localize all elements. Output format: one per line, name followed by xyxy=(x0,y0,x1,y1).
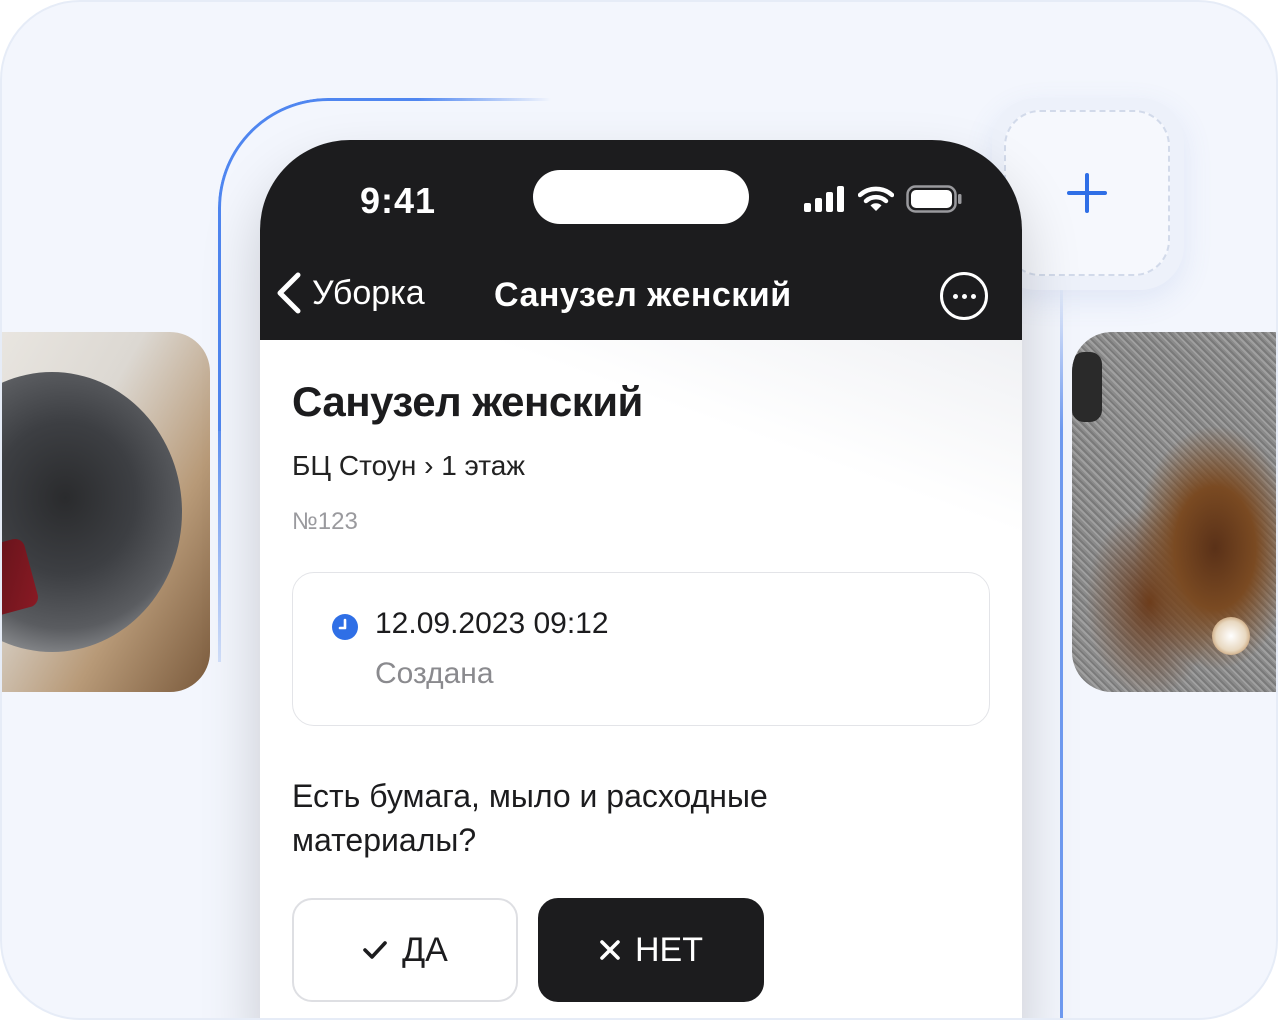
task-content: Санузел женский БЦ Стоун › 1 этаж №123 1… xyxy=(260,340,1022,1018)
page-title: Санузел женский xyxy=(292,378,643,425)
close-icon xyxy=(600,940,620,960)
battery-icon xyxy=(906,185,962,213)
status-time: 9:41 xyxy=(360,180,437,221)
yes-button-label: ДА xyxy=(402,930,448,969)
status-card: 12.09.2023 09:12 Создана xyxy=(292,572,990,726)
spilled-cup-image xyxy=(1212,617,1250,655)
dynamic-island xyxy=(533,170,749,224)
connector-line-right xyxy=(1060,282,1063,1018)
more-dot xyxy=(961,293,967,299)
checklist-question: Есть бумага, мыло и расходные материалы? xyxy=(292,778,768,858)
wifi-icon xyxy=(858,186,894,211)
cellular-signal-icon xyxy=(804,186,844,212)
plus-icon xyxy=(1067,173,1107,213)
photo-trash-bin xyxy=(2,332,210,692)
navigation-bar: Уборка Санузел женский xyxy=(260,258,1022,340)
add-photo-button[interactable] xyxy=(1004,110,1170,276)
connector-line-left-lower xyxy=(218,402,221,662)
status-label: Создана xyxy=(375,657,494,690)
phone-mockup: 9:41 Уборка Санузел женский Санузел женс… xyxy=(260,140,1022,1018)
check-icon xyxy=(363,941,387,959)
chevron-left-icon xyxy=(277,272,301,314)
no-button-label: НЕТ xyxy=(635,930,703,969)
location-breadcrumb: БЦ Стоун › 1 этаж xyxy=(292,450,526,481)
nav-title: Санузел женский xyxy=(494,276,792,314)
back-button[interactable]: Уборка xyxy=(276,272,425,314)
shoe-shadow-image xyxy=(1072,352,1102,422)
yes-button[interactable]: ДА xyxy=(292,898,518,1002)
task-number: №123 xyxy=(292,508,358,535)
status-bar: 9:41 xyxy=(260,140,1022,258)
trash-bin-image xyxy=(2,372,182,652)
back-button-label: Уборка xyxy=(312,273,425,312)
status-datetime: 12.09.2023 09:12 xyxy=(375,607,609,640)
canvas-frame: 9:41 Уборка Санузел женский Санузел женс… xyxy=(0,0,1278,1020)
photo-coffee-spill xyxy=(1072,332,1276,692)
more-dot xyxy=(970,293,976,299)
more-dot xyxy=(952,293,958,299)
no-button[interactable]: НЕТ xyxy=(538,898,764,1002)
status-icons xyxy=(804,185,962,213)
more-button[interactable] xyxy=(940,272,988,320)
clock-icon xyxy=(332,614,358,640)
